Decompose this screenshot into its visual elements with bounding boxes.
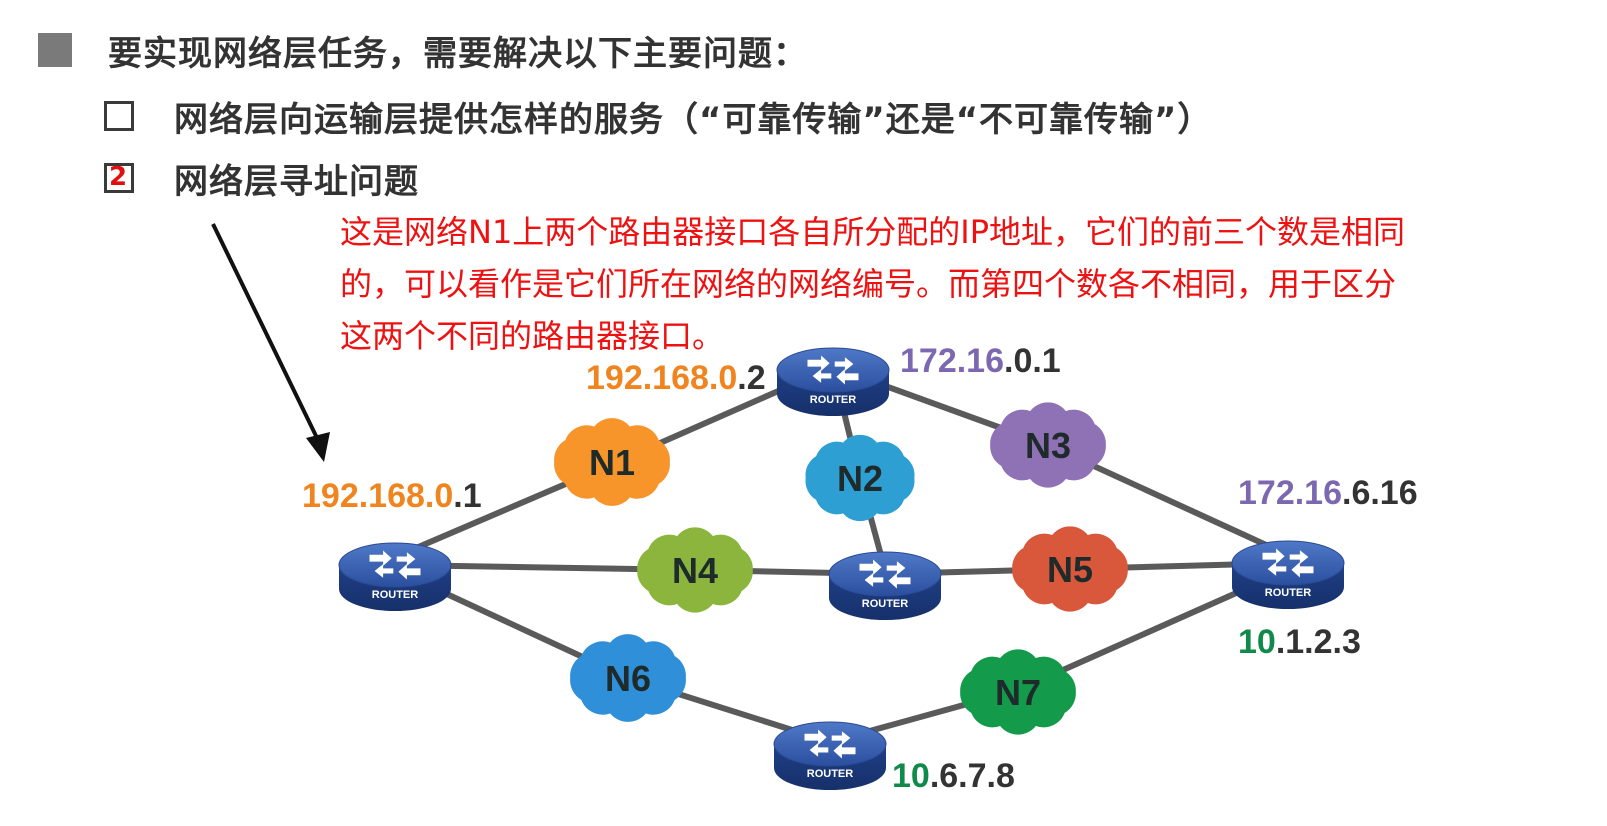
annotation-arrow [211, 223, 330, 462]
network-label: N2 [837, 458, 883, 499]
ip-10-6-7-8: 10.6.7.8 [892, 757, 1015, 795]
router-label: ROUTER [807, 768, 854, 780]
ip-net-part: 172 [900, 342, 957, 380]
ip-host-part: .6.7.8 [930, 757, 1015, 795]
ip-172-16-6-16: 172.16.6.16 [1238, 474, 1418, 512]
ip-net-part: .16 [1295, 474, 1342, 512]
network-label: N7 [995, 672, 1041, 713]
cloud-n7: N7 [960, 649, 1076, 735]
cloud-n3: N3 [990, 402, 1106, 488]
cloud-n5: N5 [1012, 526, 1128, 612]
ip-host-part: .1.2.3 [1276, 623, 1361, 661]
network-label: N5 [1047, 549, 1093, 590]
network-diagram: N1 N2 N3 N4 N5 N6 N7 ROUTER ROUTER ROUTER ROUTER R… [211, 223, 1418, 795]
router-label: ROUTER [810, 394, 857, 406]
cloud-n4: N4 [637, 527, 753, 613]
ip-192-168-0-2: 192.168.0.2 [586, 359, 766, 397]
ip-net-part: 172 [1238, 474, 1295, 512]
router-icon: ROUTER [828, 551, 942, 620]
router-icon: ROUTER [776, 347, 890, 416]
network-label: N4 [672, 550, 718, 591]
router-label: ROUTER [862, 598, 909, 610]
ip-net-part: 10 [1238, 623, 1276, 661]
cloud-n2: N2 [805, 434, 915, 522]
router-icon: ROUTER [773, 721, 887, 790]
ip-host-part: .2 [737, 359, 765, 397]
ip-host-part: .0.1 [1004, 342, 1061, 380]
router-icon: ROUTER [1231, 540, 1345, 609]
router-label: ROUTER [1265, 587, 1312, 599]
ip-net-part: 192 [586, 359, 643, 397]
ip-10-1-2-3: 10.1.2.3 [1238, 623, 1361, 661]
ip-net-part: .16 [957, 342, 1004, 380]
cloud-n6: N6 [570, 634, 686, 722]
network-label: N3 [1025, 425, 1071, 466]
ip-net-part: 10 [892, 757, 930, 795]
slide: 要实现网络层任务，需要解决以下主要问题： 网络层向运输层提供怎样的服务（“可靠传… [0, 0, 1607, 826]
ip-host-part: .6.16 [1342, 474, 1418, 512]
links [393, 364, 1290, 745]
ip-net-part: .168 [359, 477, 425, 515]
cloud-n1: N1 [554, 418, 670, 506]
ip-net-part: .0 [709, 359, 737, 397]
ip-192-168-0-1: 192.168.0.1 [302, 477, 482, 515]
ip-host-part: .1 [453, 477, 481, 515]
router-icon: ROUTER [338, 542, 452, 611]
network-label: N6 [605, 658, 651, 699]
ip-net-part: 192 [302, 477, 359, 515]
router-label: ROUTER [372, 589, 419, 601]
ip-net-part: .0 [425, 477, 453, 515]
ip-net-part: .168 [643, 359, 709, 397]
ip-172-16-0-1: 172.16.0.1 [900, 342, 1061, 380]
network-label: N1 [589, 442, 635, 483]
